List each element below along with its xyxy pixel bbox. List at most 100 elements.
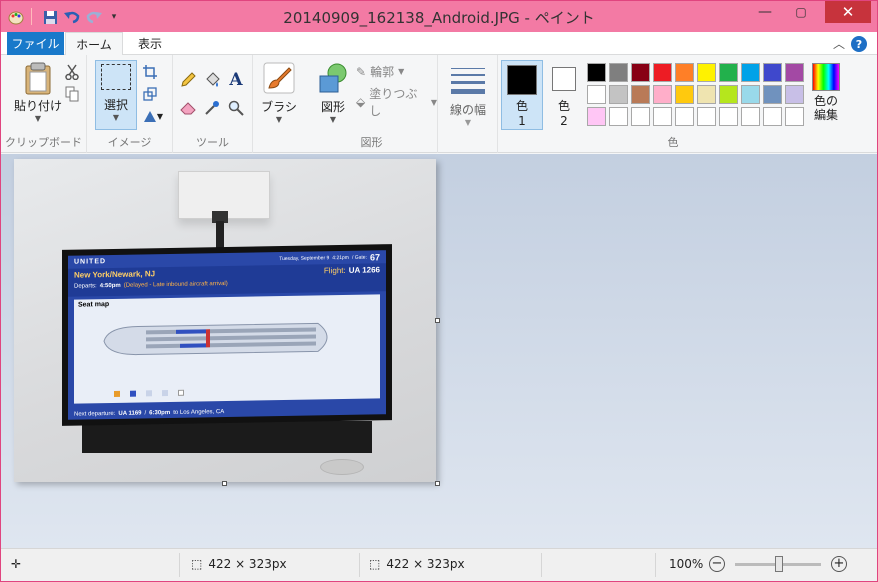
edit-colors-label: 色の 編集	[813, 94, 838, 122]
outline-button[interactable]: ✎ 輪郭 ▼	[356, 63, 404, 80]
shapes-button[interactable]: 図形 ▼	[312, 62, 354, 124]
palette-swatch[interactable]	[785, 85, 804, 104]
help-icon[interactable]: ?	[851, 36, 867, 52]
edit-colors-button[interactable]: 色の 編集	[808, 63, 844, 122]
brush-icon	[263, 62, 295, 94]
title-bar: ▾ 20140909_162138_Android.JPG - ペイント — ▢…	[1, 1, 877, 32]
ribbon: 貼り付け ▼ クリップボード 選択 ▼ ▼ イメージ A ツール ブラシ ▼ 図…	[1, 55, 877, 153]
canvas-image[interactable]: UNITED Tuesday, September 9 4:21pm / Gat…	[14, 159, 436, 482]
size-button[interactable]: 線の幅 ▼	[444, 65, 492, 127]
palette-swatch[interactable]	[719, 85, 738, 104]
colors-group-label: 色	[667, 136, 679, 149]
outline-label: 輪郭	[370, 65, 395, 79]
next-departure: Next departure: UA 1169/6:30pm to Los Ange…	[74, 409, 225, 418]
rotate-icon[interactable]: ▼	[141, 107, 165, 125]
tab-view[interactable]: 表示	[125, 32, 175, 55]
canvas-area[interactable]: UNITED Tuesday, September 9 4:21pm / Gat…	[1, 154, 877, 548]
monitor: UNITED Tuesday, September 9 4:21pm / Gat…	[62, 244, 392, 426]
palette-swatch[interactable]	[697, 107, 716, 126]
brushes-group: ブラシ ▼	[253, 55, 305, 153]
brush-label: ブラシ	[261, 100, 297, 114]
color2-number: 2	[560, 114, 568, 128]
cut-icon[interactable]	[63, 63, 81, 81]
palette-swatch[interactable]	[763, 107, 782, 126]
palette-swatch[interactable]	[587, 107, 606, 126]
select-button[interactable]: 選択 ▼	[95, 60, 137, 130]
palette-swatch[interactable]	[785, 107, 804, 126]
select-rectangle-icon	[101, 64, 131, 90]
resize-handle-bottom[interactable]	[222, 481, 227, 486]
text-tool-icon[interactable]: A	[227, 70, 245, 90]
palette-swatch[interactable]	[631, 107, 650, 126]
palette-swatch[interactable]	[609, 85, 628, 104]
color2-button[interactable]: 色 2	[546, 63, 582, 128]
palette-swatch[interactable]	[653, 85, 672, 104]
magnifier-icon[interactable]	[227, 99, 245, 117]
zoom-out-button[interactable]: −	[709, 556, 725, 572]
resize-handle-right[interactable]	[435, 318, 440, 323]
image-group-label: イメージ	[107, 136, 152, 149]
palette-swatch[interactable]	[631, 85, 650, 104]
palette-swatch[interactable]	[631, 63, 650, 82]
zoom-level: 100%	[669, 557, 704, 571]
resize-handle-corner[interactable]	[435, 481, 440, 486]
close-button[interactable]: ✕	[825, 1, 871, 23]
tab-file[interactable]: ファイル	[7, 32, 64, 55]
fill-button[interactable]: ⬙ 塗りつぶし ▼	[356, 85, 437, 119]
color1-label: 色	[515, 99, 528, 113]
maximize-button[interactable]: ▢	[787, 1, 815, 23]
screen-header: Tuesday, September 9 4:21pm / Gate: 67	[279, 252, 380, 264]
color2-label: 色	[557, 99, 570, 113]
palette-swatch[interactable]	[675, 85, 694, 104]
copy-icon[interactable]	[63, 85, 81, 103]
palette-swatch[interactable]	[653, 63, 672, 82]
color-spectrum-icon	[812, 63, 840, 91]
collapse-ribbon-icon[interactable]: ︿	[833, 35, 845, 52]
departs-label: Departs:	[74, 283, 97, 290]
color2-swatch	[552, 67, 576, 91]
palette-swatch[interactable]	[741, 107, 760, 126]
palette-swatch[interactable]	[697, 63, 716, 82]
size-dropdown-icon: ▼	[464, 118, 472, 127]
palette-swatch[interactable]	[719, 107, 738, 126]
color-picker-icon[interactable]	[203, 99, 221, 117]
paint-window: ▾ 20140909_162138_Android.JPG - ペイント — ▢…	[0, 0, 878, 582]
fill-dropdown-icon: ▼	[430, 97, 437, 107]
brush-button[interactable]: ブラシ ▼	[259, 62, 299, 124]
outline-dropdown-icon: ▼	[398, 67, 405, 76]
window-title: 20140909_162138_Android.JPG - ペイント	[283, 9, 595, 27]
palette-swatch[interactable]	[653, 107, 672, 126]
paste-button[interactable]: 貼り付け ▼	[13, 61, 63, 123]
seat-map-title: Seat map	[78, 301, 110, 309]
zoom-slider-thumb[interactable]	[775, 556, 783, 572]
departs-time: 4:50pm	[99, 282, 121, 290]
resize-icon[interactable]	[141, 85, 159, 103]
palette-swatch[interactable]	[587, 63, 606, 82]
color1-button[interactable]: 色 1	[501, 60, 543, 130]
palette-swatch[interactable]	[785, 63, 804, 82]
next-destination: to Los Angeles, CA	[173, 409, 225, 416]
palette-swatch[interactable]	[697, 85, 716, 104]
tab-home[interactable]: ホーム	[65, 32, 123, 56]
palette-swatch[interactable]	[609, 63, 628, 82]
palette-swatch[interactable]	[763, 63, 782, 82]
monitor-screen: UNITED Tuesday, September 9 4:21pm / Gat…	[68, 250, 386, 420]
fill-bucket-icon[interactable]	[203, 71, 221, 89]
minimize-button[interactable]: —	[751, 1, 779, 23]
crop-icon[interactable]	[141, 63, 159, 81]
palette-swatch[interactable]	[675, 63, 694, 82]
palette-swatch[interactable]	[675, 107, 694, 126]
palette-swatch[interactable]	[587, 85, 606, 104]
zoom-in-button[interactable]: +	[831, 556, 847, 572]
gate-number: 67	[369, 252, 380, 263]
shapes-group-label: 図形	[360, 136, 383, 149]
palette-swatch[interactable]	[719, 63, 738, 82]
eraser-icon[interactable]	[179, 99, 197, 117]
palette-swatch[interactable]	[609, 107, 628, 126]
palette-swatch[interactable]	[741, 63, 760, 82]
shapes-group: 図形 ▼ ✎ 輪郭 ▼ ⬙ 塗りつぶし ▼ 図形	[306, 55, 438, 153]
ribbon-tabs: ファイル ホーム 表示 ︿ ?	[1, 32, 877, 56]
palette-swatch[interactable]	[741, 85, 760, 104]
palette-swatch[interactable]	[763, 85, 782, 104]
pencil-icon[interactable]	[179, 71, 197, 89]
